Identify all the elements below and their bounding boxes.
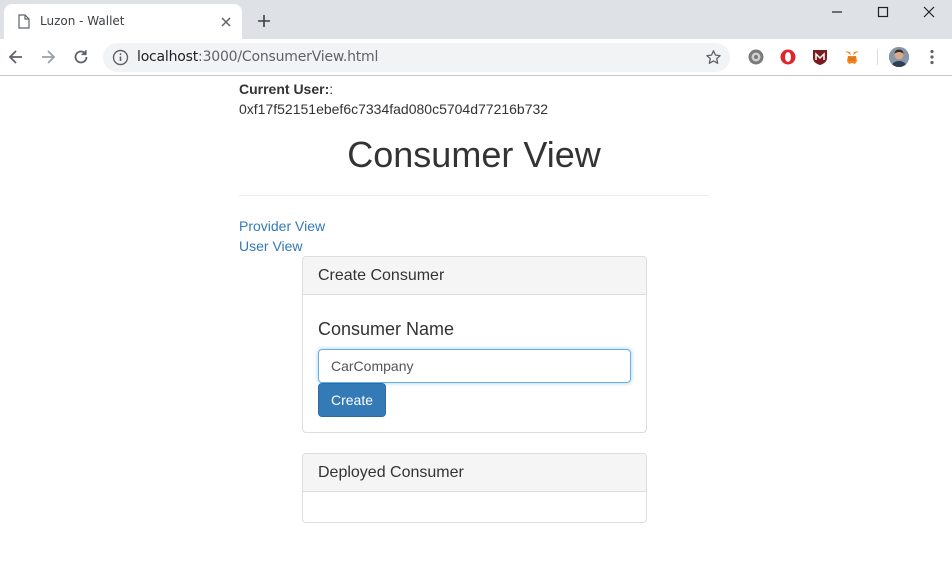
profile-icon: [889, 47, 909, 67]
address-bar[interactable]: localhost:3000/ConsumerView.html: [103, 43, 730, 72]
provider-view-link[interactable]: Provider View: [239, 216, 325, 236]
maximize-button[interactable]: [860, 0, 906, 26]
page-content: Current User:: 0xf17f52151ebef6c7334fad0…: [0, 77, 952, 567]
deployed-consumer-panel: Deployed Consumer: [302, 453, 647, 523]
tab-strip: Luzon - Wallet: [0, 0, 952, 39]
tab-title: Luzon - Wallet: [40, 14, 125, 28]
consumer-name-label: Consumer Name: [318, 319, 455, 339]
star-icon[interactable]: [705, 49, 722, 66]
mcafee-extension-icon[interactable]: [811, 48, 829, 66]
avatar[interactable]: [889, 47, 909, 67]
close-icon[interactable]: [219, 15, 233, 29]
url-host: localhost: [137, 49, 199, 65]
toolbar-separator: [877, 49, 878, 65]
page-icon: [18, 14, 30, 29]
window-close-icon: [923, 6, 935, 18]
browser-tab[interactable]: Luzon - Wallet: [4, 4, 242, 39]
menu-icon[interactable]: [924, 48, 940, 66]
current-user-address: 0xf17f52151ebef6c7334fad080c5704d77216b7…: [239, 101, 549, 117]
url-path: :3000/ConsumerView.html: [198, 49, 379, 65]
maximize-icon: [877, 6, 889, 18]
current-user-suffix: :: [329, 81, 334, 97]
create-consumer-panel: Create Consumer Consumer Name Create: [302, 256, 647, 433]
back-icon[interactable]: [6, 47, 26, 67]
browser-toolbar: localhost:3000/ConsumerView.html: [0, 39, 952, 76]
deployed-consumer-heading: Deployed Consumer: [303, 454, 646, 492]
create-consumer-heading: Create Consumer: [303, 257, 646, 295]
user-view-link[interactable]: User View: [239, 236, 303, 256]
current-user-label: Current User:: [239, 81, 330, 97]
minimize-button[interactable]: [814, 0, 860, 26]
info-icon[interactable]: [112, 49, 129, 66]
forward-icon[interactable]: [38, 47, 58, 67]
create-button[interactable]: Create: [318, 383, 386, 417]
current-user: Current User:: 0xf17f52151ebef6c7334fad0…: [239, 79, 548, 119]
opera-extension-icon[interactable]: [779, 48, 797, 66]
metamask-extension-icon[interactable]: [843, 48, 861, 66]
new-tab-icon[interactable]: [256, 13, 272, 29]
url-text: localhost:3000/ConsumerView.html: [137, 49, 378, 65]
minimize-icon: [832, 11, 842, 13]
reload-icon[interactable]: [71, 47, 91, 67]
window-close-button[interactable]: [906, 0, 952, 26]
title-divider: [239, 195, 709, 196]
consumer-name-input[interactable]: [318, 349, 631, 383]
settings-extension-icon[interactable]: [747, 48, 765, 66]
page-title: Consumer View: [347, 134, 601, 175]
